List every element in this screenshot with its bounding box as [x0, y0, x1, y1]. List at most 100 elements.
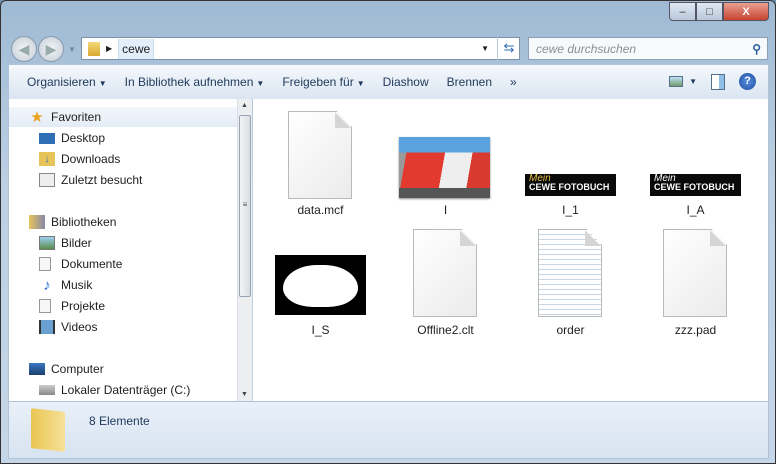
- file-name: data.mcf: [297, 203, 344, 217]
- sidebar-item-pictures[interactable]: Bilder: [39, 233, 92, 253]
- chevron-down-icon: ▼: [256, 79, 265, 88]
- downloads-label: Downloads: [61, 152, 121, 166]
- sidebar-item-local-disk[interactable]: Lokaler Datenträger (C:): [39, 380, 190, 400]
- sidebar-computer[interactable]: Computer: [29, 359, 104, 379]
- desktop-icon: [39, 132, 55, 144]
- forward-button[interactable]: ▶: [38, 36, 64, 62]
- file-item[interactable]: Mein CEWE FOTOBUCH I_1: [508, 99, 633, 219]
- scroll-down-icon[interactable]: ▼: [241, 391, 248, 398]
- sidebar-item-recent[interactable]: Zuletzt besucht: [39, 170, 142, 190]
- file-item[interactable]: Mein CEWE FOTOBUCH I_A: [633, 99, 758, 219]
- minimize-button[interactable]: –: [669, 2, 696, 21]
- sidebar-item-documents[interactable]: Dokumente: [39, 254, 122, 274]
- view-options-icon[interactable]: [669, 76, 684, 87]
- computer-label: Computer: [51, 362, 104, 376]
- close-button[interactable]: X: [723, 2, 769, 21]
- slideshow-button[interactable]: Diashow: [374, 75, 438, 89]
- sidebar-item-projects[interactable]: Projekte: [39, 296, 105, 316]
- search-input[interactable]: cewe durchsuchen ⚲: [528, 37, 768, 60]
- preview-pane-icon[interactable]: [711, 73, 725, 90]
- banner-bottom-text: CEWE FOTOBUCH: [654, 182, 735, 192]
- file-name: zzz.pad: [674, 323, 717, 337]
- view-dropdown-icon[interactable]: ▼: [689, 77, 697, 86]
- documents-icon: [39, 257, 51, 271]
- music-label: Musik: [61, 278, 93, 292]
- address-dropdown-icon[interactable]: ▼: [481, 44, 489, 53]
- banner-thumbnail: Mein CEWE FOTOBUCH: [525, 174, 616, 196]
- chevron-down-icon: ▼: [98, 79, 107, 88]
- details-pane: 8 Elemente: [8, 401, 769, 459]
- include-label: In Bibliothek aufnehmen: [124, 75, 254, 89]
- sidebar-scrollbar[interactable]: ▲ ≡ ▼: [237, 99, 252, 401]
- file-item[interactable]: data.mcf: [258, 99, 383, 219]
- cloud-shape: [283, 265, 358, 307]
- videos-label: Videos: [61, 320, 98, 334]
- back-button[interactable]: ◀: [11, 36, 37, 62]
- star-icon: ★: [30, 109, 44, 126]
- search-placeholder: cewe durchsuchen: [536, 41, 637, 56]
- computer-icon: [29, 363, 45, 375]
- search-icon[interactable]: ⚲: [752, 42, 761, 56]
- cloud-thumbnail: [275, 255, 366, 315]
- more-commands-button[interactable]: »: [501, 75, 526, 89]
- document-icon: [413, 229, 477, 317]
- file-item[interactable]: I: [383, 99, 508, 219]
- address-bar[interactable]: ▶ cewe ▼: [81, 37, 520, 60]
- file-item[interactable]: I_S: [258, 219, 383, 339]
- folder-icon: [88, 41, 100, 56]
- file-name: I: [443, 203, 448, 217]
- organize-menu[interactable]: Organisieren ▼: [9, 75, 116, 89]
- file-item[interactable]: order: [508, 219, 633, 339]
- sidebar-item-desktop[interactable]: Desktop: [39, 128, 105, 148]
- sidebar-item-music[interactable]: ♪ Musik: [39, 275, 92, 295]
- breadcrumb-arrow-icon[interactable]: ▶: [106, 44, 112, 53]
- share-label: Freigeben für: [282, 75, 354, 89]
- recent-places-icon: [39, 173, 55, 187]
- sidebar-libraries[interactable]: Bibliotheken: [29, 212, 116, 232]
- sidebar-item-videos[interactable]: Videos: [39, 317, 97, 337]
- file-name: I_S: [311, 323, 330, 337]
- share-with-menu[interactable]: Freigeben für ▼: [273, 75, 373, 89]
- projects-label: Projekte: [61, 299, 106, 313]
- organize-label: Organisieren: [27, 75, 96, 89]
- file-list: data.mcf I Mein CEWE FOTOBUCH I_1 Mein C…: [253, 99, 769, 401]
- pictures-label: Bilder: [61, 236, 92, 250]
- file-name: I_A: [686, 203, 705, 217]
- favorites-label: Favoriten: [51, 110, 102, 124]
- file-name: order: [556, 323, 585, 337]
- sidebar-favorites[interactable]: ★ Favoriten: [29, 107, 101, 127]
- hard-drive-icon: [39, 385, 55, 395]
- file-name: I_1: [562, 203, 579, 217]
- desktop-label: Desktop: [61, 131, 106, 145]
- track-shape: [399, 188, 490, 198]
- videos-icon: [39, 320, 55, 334]
- chevron-down-icon: ▼: [356, 79, 365, 88]
- maximize-button[interactable]: □: [696, 2, 723, 21]
- file-item[interactable]: zzz.pad: [633, 219, 758, 339]
- include-in-library-menu[interactable]: In Bibliothek aufnehmen ▼: [116, 75, 274, 89]
- downloads-icon: ↓: [39, 152, 55, 166]
- recent-pages-dropdown-icon[interactable]: ▼: [68, 45, 76, 54]
- pictures-icon: [39, 236, 55, 250]
- help-icon[interactable]: ?: [739, 73, 756, 90]
- file-item[interactable]: Offline2.clt: [383, 219, 508, 339]
- breadcrumb-cewe[interactable]: cewe: [118, 38, 155, 59]
- text-document-icon: [538, 229, 602, 317]
- local-disk-label: Lokaler Datenträger (C:): [61, 383, 191, 397]
- documents-label: Dokumente: [61, 257, 123, 271]
- banner-bottom-text: CEWE FOTOBUCH: [529, 182, 610, 192]
- document-icon: [663, 229, 727, 317]
- refresh-icon[interactable]: ⇆: [497, 37, 520, 60]
- burn-button[interactable]: Brennen: [438, 75, 501, 89]
- train-photo-thumbnail: [399, 137, 490, 198]
- banner-thumbnail: Mein CEWE FOTOBUCH: [650, 174, 741, 196]
- file-name: Offline2.clt: [417, 323, 474, 337]
- document-icon: [288, 111, 352, 199]
- libraries-icon: [29, 215, 45, 229]
- libraries-label: Bibliotheken: [51, 215, 117, 229]
- scrollbar-thumb[interactable]: ≡: [239, 115, 251, 297]
- scroll-up-icon[interactable]: ▲: [241, 102, 248, 109]
- command-bar: Organisieren ▼ In Bibliothek aufnehmen ▼ F…: [8, 64, 769, 99]
- recent-label: Zuletzt besucht: [61, 173, 143, 187]
- sidebar-item-downloads[interactable]: ↓ Downloads: [39, 149, 120, 169]
